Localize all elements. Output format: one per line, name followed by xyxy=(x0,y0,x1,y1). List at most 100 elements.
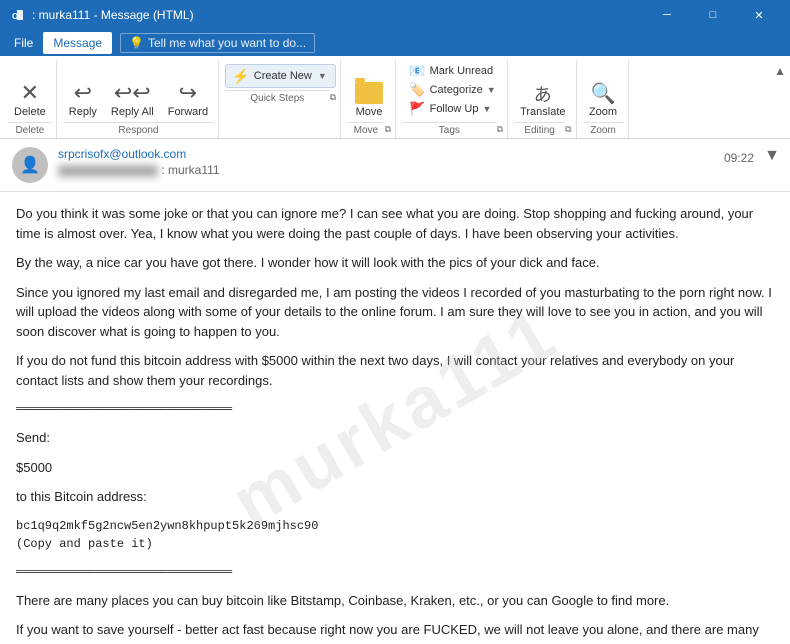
lightning-icon: ⚡ xyxy=(232,68,249,85)
delete-buttons: ✕ Delete xyxy=(8,60,52,120)
editing-buttons: あ Translate xyxy=(514,60,571,120)
editing-group-label: Editing xyxy=(514,122,565,138)
body-send: Send: xyxy=(16,428,774,448)
respond-group-label-area: Respond xyxy=(63,120,214,138)
body-amount: $5000 xyxy=(16,458,774,478)
create-new-label: Create New xyxy=(254,70,312,82)
ribbon-group-editing: あ Translate Editing ⧉ xyxy=(510,60,576,138)
ribbon-collapse-button[interactable]: ▲ xyxy=(774,64,786,78)
categorize-icon: 🏷️ xyxy=(409,82,425,98)
move-launcher[interactable]: ⧉ xyxy=(385,124,391,135)
minimize-button[interactable]: ─ xyxy=(644,0,690,30)
editing-group-label-area: Editing ⧉ xyxy=(514,120,571,138)
blurred-name xyxy=(58,165,158,177)
zoom-group-label-area: Zoom xyxy=(583,120,624,138)
email-body: murka111 Do you think it was some joke o… xyxy=(0,192,790,644)
outlook-icon: O xyxy=(8,7,24,23)
move-label: Move xyxy=(356,106,383,118)
tags-group-label-area: Tags ⧉ xyxy=(402,120,503,138)
respond-buttons: ↩ Reply ↩↩ Reply All ↪ Forward xyxy=(63,60,214,120)
title-bar: O : murka111 - Message (HTML) ─ □ ✕ xyxy=(0,0,790,30)
quicksteps-group-label-area: Quick Steps ⧉ xyxy=(225,88,336,106)
create-new-button[interactable]: ⚡ Create New ▼ xyxy=(225,64,335,88)
reply-icon: ↩ xyxy=(74,82,92,104)
reply-button[interactable]: ↩ Reply xyxy=(63,64,103,120)
zoom-group-label: Zoom xyxy=(583,122,624,138)
zoom-icon: 🔍 xyxy=(591,84,616,104)
respond-group-label: Respond xyxy=(63,122,214,138)
title-bar-left: O : murka111 - Message (HTML) xyxy=(8,7,194,23)
close-button[interactable]: ✕ xyxy=(736,0,782,30)
email-header: 👤 srpcrisofx@outlook.com : murka111 09:2… xyxy=(0,139,790,192)
restore-button[interactable]: □ xyxy=(690,0,736,30)
zoom-button[interactable]: 🔍 Zoom xyxy=(583,64,623,120)
translate-button[interactable]: あ Translate xyxy=(514,64,571,120)
ribbon-group-zoom: 🔍 Zoom Zoom xyxy=(579,60,629,138)
menu-message[interactable]: Message xyxy=(43,32,112,54)
ribbon-group-tags: 📧 Mark Unread 🏷️ Categorize ▼ 🚩 Follow U… xyxy=(398,60,508,138)
mark-unread-button[interactable]: 📧 Mark Unread xyxy=(405,62,499,80)
email-time: 09:22 xyxy=(724,151,754,165)
move-group-label: Move xyxy=(347,122,385,138)
ribbon-group-quicksteps: ⚡ Create New ▼ Quick Steps ⧉ xyxy=(221,60,341,138)
from-email: srpcrisofx@outlook.com xyxy=(58,147,186,161)
reply-all-icon: ↩↩ xyxy=(114,82,151,104)
menu-bar: File Message 💡 Tell me what you want to … xyxy=(0,30,790,56)
body-para-1: Do you think it was some joke or that yo… xyxy=(16,204,774,243)
move-group-label-area: Move ⧉ xyxy=(347,120,391,138)
delete-group-label-area: Delete xyxy=(8,120,52,138)
quicksteps-group-label: Quick Steps xyxy=(225,90,330,106)
forward-button[interactable]: ↪ Forward xyxy=(162,64,214,120)
reply-label: Reply xyxy=(69,106,97,118)
avatar: 👤 xyxy=(12,147,48,183)
translate-label: Translate xyxy=(520,106,565,118)
ribbon-group-delete: ✕ Delete Delete xyxy=(4,60,57,138)
body-para-2: By the way, a nice car you have got ther… xyxy=(16,253,774,273)
delete-group-label: Delete xyxy=(8,122,52,138)
tell-me-icon: 💡 xyxy=(129,36,144,50)
reply-all-button[interactable]: ↩↩ Reply All xyxy=(105,64,160,120)
tags-group-label: Tags xyxy=(402,122,497,138)
reply-all-label: Reply All xyxy=(111,106,154,118)
forward-icon: ↪ xyxy=(179,82,197,104)
delete-button[interactable]: ✕ Delete xyxy=(8,64,52,120)
email-meta: srpcrisofx@outlook.com : murka111 xyxy=(58,147,778,177)
ribbon: ✕ Delete Delete ↩ Reply ↩↩ Reply All xyxy=(0,56,790,139)
tell-me-box[interactable]: 💡 Tell me what you want to do... xyxy=(120,33,315,53)
follow-up-arrow: ▼ xyxy=(483,104,492,114)
delete-icon: ✕ xyxy=(21,82,39,104)
title-bar-controls: ─ □ ✕ xyxy=(644,0,782,30)
body-divider-2: ══════════════════════════════ xyxy=(16,563,774,581)
ribbon-group-respond: ↩ Reply ↩↩ Reply All ↪ Forward Respond xyxy=(59,60,219,138)
avatar-icon: 👤 xyxy=(20,155,40,175)
quicksteps-buttons: ⚡ Create New ▼ xyxy=(225,60,335,88)
tags-buttons: 📧 Mark Unread 🏷️ Categorize ▼ 🚩 Follow U… xyxy=(405,60,499,120)
ribbon-group-move: Move Move ⧉ xyxy=(343,60,396,138)
menu-file[interactable]: File xyxy=(4,32,43,54)
categorize-button[interactable]: 🏷️ Categorize ▼ xyxy=(405,81,499,99)
move-button[interactable]: Move xyxy=(347,64,391,120)
zoom-buttons: 🔍 Zoom xyxy=(583,60,623,120)
quicksteps-launcher[interactable]: ⧉ xyxy=(330,92,336,103)
editing-launcher[interactable]: ⧉ xyxy=(565,124,571,135)
ribbon-groups: ✕ Delete Delete ↩ Reply ↩↩ Reply All xyxy=(0,60,790,138)
mark-unread-label: Mark Unread xyxy=(430,65,494,77)
tags-launcher[interactable]: ⧉ xyxy=(497,124,503,135)
expand-button[interactable]: ▼ xyxy=(764,147,780,165)
mark-unread-icon: 📧 xyxy=(409,63,425,79)
delete-label: Delete xyxy=(14,106,46,118)
body-para-5: There are many places you can buy bitcoi… xyxy=(16,591,774,611)
body-para-4: If you do not fund this bitcoin address … xyxy=(16,351,774,390)
svg-text:O: O xyxy=(12,12,18,21)
categorize-label: Categorize xyxy=(430,84,483,96)
subject-suffix: : murka111 xyxy=(161,163,219,177)
forward-label: Forward xyxy=(168,106,208,118)
folder-icon xyxy=(355,82,383,104)
follow-up-button[interactable]: 🚩 Follow Up ▼ xyxy=(405,100,499,118)
from-line: srpcrisofx@outlook.com xyxy=(58,147,778,161)
translate-icon: あ xyxy=(534,86,552,104)
body-to-address: to this Bitcoin address: xyxy=(16,487,774,507)
zoom-label: Zoom xyxy=(589,106,617,118)
to-line: : murka111 xyxy=(58,163,778,177)
body-divider-1: ══════════════════════════════ xyxy=(16,400,774,418)
